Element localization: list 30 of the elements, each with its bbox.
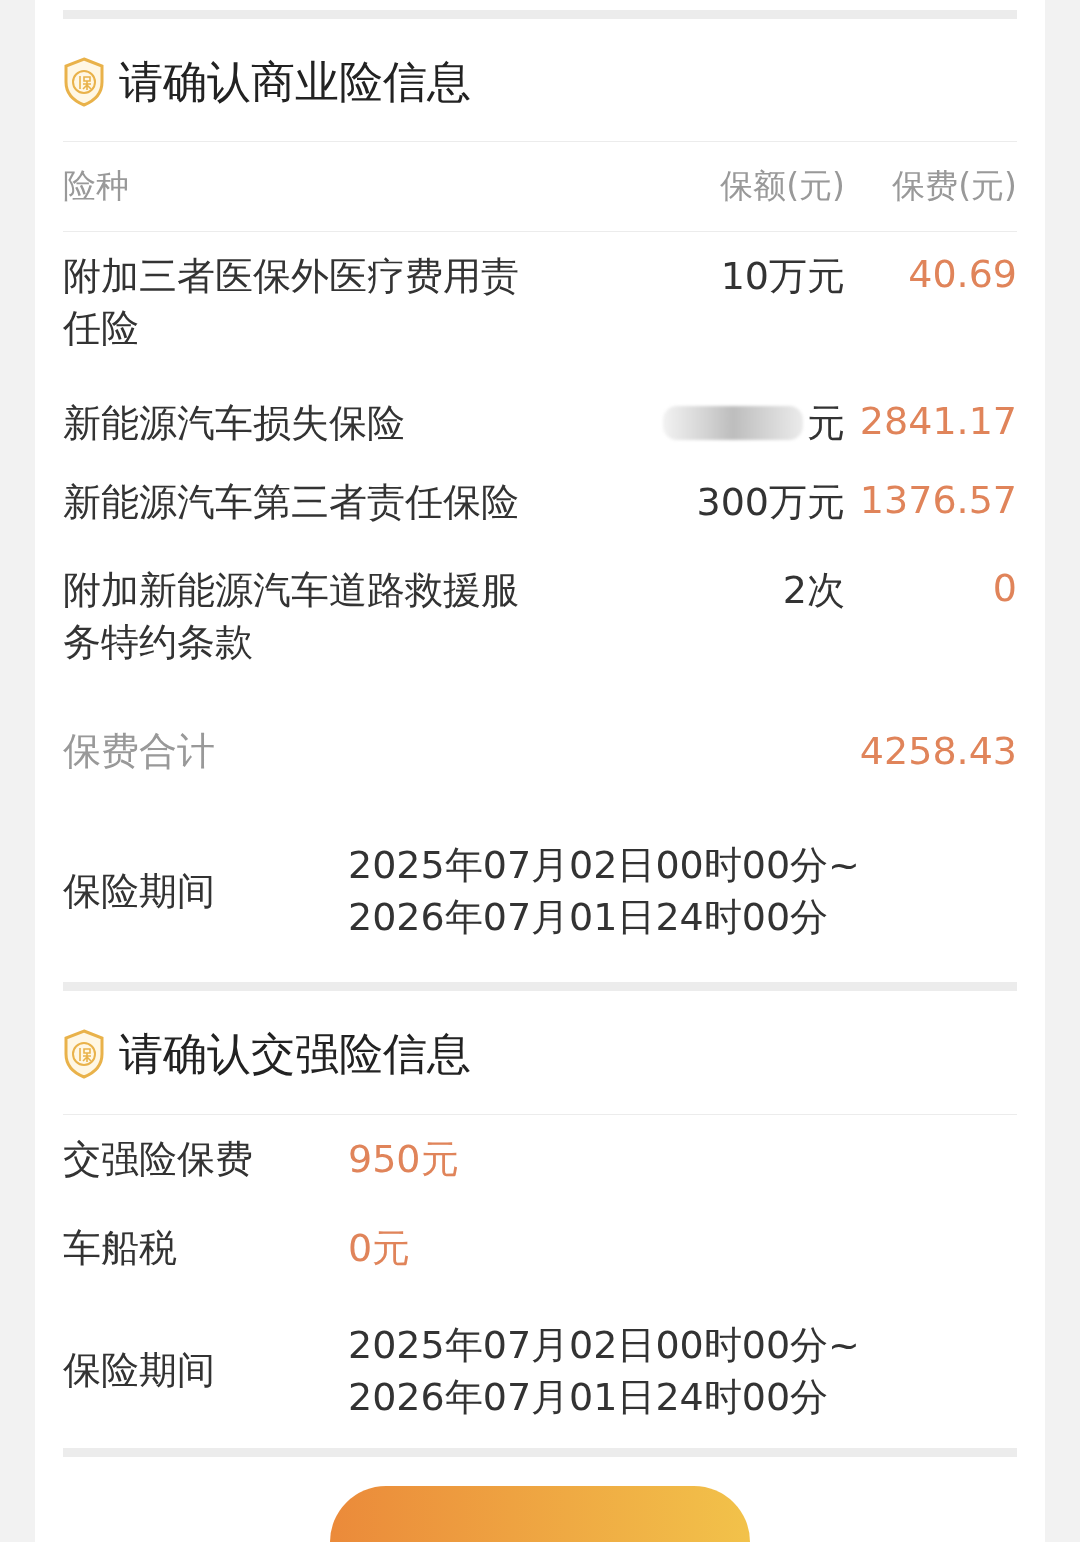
column-header: 保费(元): [891, 165, 1017, 208]
fee-value: 0元: [348, 1225, 411, 1273]
column-header: 保额(元): [719, 165, 845, 208]
period-label: 保险期间: [63, 1347, 216, 1395]
period-value: 2026年07月01日24时00分: [348, 894, 830, 941]
total-label: 保费合计: [63, 727, 216, 775]
shield-icon: [63, 1029, 105, 1080]
column-header: 险种: [63, 165, 130, 208]
period-value: 2026年07月01日24时00分: [348, 1373, 830, 1421]
coverage-amount: 10万元: [720, 253, 845, 301]
premium-value: 40.69: [907, 251, 1017, 299]
section-title: 请确认交强险信息: [119, 1026, 471, 1081]
shield-icon: [63, 57, 105, 108]
coverage-name: 新能源汽车损失保险: [63, 400, 406, 447]
coverage-amount: 2次: [782, 567, 845, 615]
period-label: 保险期间: [63, 867, 216, 915]
coverage-name: 附加新能源汽车道路救援服务特约条款: [63, 567, 520, 667]
premium-value: 1376.57: [858, 477, 1017, 524]
coverage-amount: 300万元: [696, 479, 845, 526]
premium-value: 0: [991, 565, 1017, 613]
total-value: 4258.43: [859, 729, 1017, 774]
coverage-name: 新能源汽车第三者责任保险: [63, 479, 520, 526]
section-title: 请确认商业险信息: [119, 54, 471, 109]
period-value: 2025年07月02日00时00分~: [348, 842, 860, 889]
fee-value: 950元: [348, 1135, 459, 1183]
premium-value: 2841.17: [858, 398, 1017, 445]
period-value: 2025年07月02日00时00分~: [348, 1321, 860, 1369]
fee-label: 交强险保费: [63, 1135, 254, 1183]
coverage-name: 附加三者医保外医疗费用责任险: [63, 253, 520, 353]
fee-label: 车船税: [63, 1225, 178, 1273]
